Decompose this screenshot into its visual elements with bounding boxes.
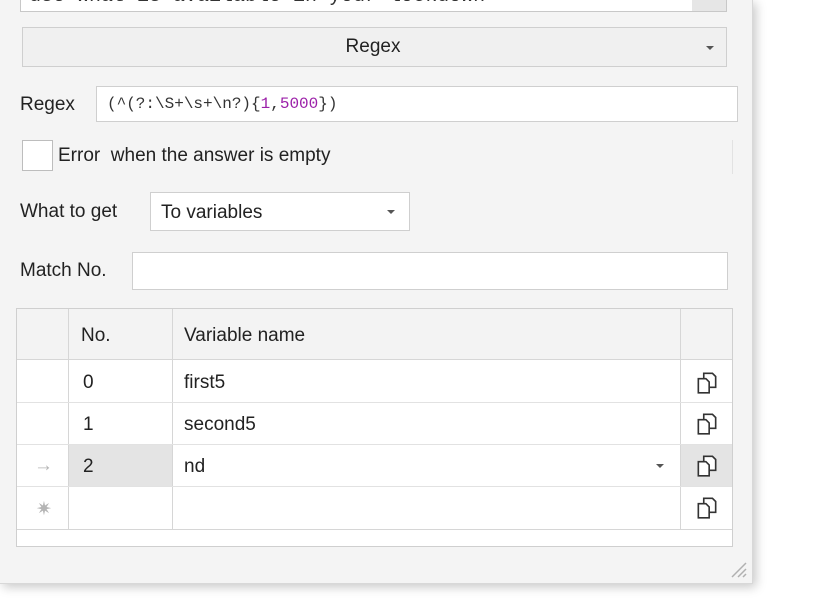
regex-settings-panel: use what is available in your lockdown R… bbox=[0, 0, 753, 584]
new-row-icon: ✷ bbox=[36, 499, 52, 520]
table-row-variable-name[interactable]: first5 bbox=[184, 372, 225, 394]
chevron-down-icon[interactable] bbox=[656, 464, 664, 468]
resize-grip-icon[interactable] bbox=[728, 559, 748, 579]
table-row-no[interactable]: 0 bbox=[83, 372, 94, 394]
regex-text-comma: , bbox=[270, 95, 280, 113]
copy-icon[interactable] bbox=[694, 370, 720, 396]
column-header-no[interactable]: No. bbox=[81, 325, 111, 347]
what-to-get-label: What to get bbox=[20, 201, 118, 222]
variables-table: No. Variable name 0 first5 1 second5 → 2… bbox=[16, 308, 733, 547]
regex-text-close: }) bbox=[318, 95, 338, 113]
regex-input-value: (^(?:\S+\s+\n?){1,5000}) bbox=[107, 95, 337, 113]
text-input-field[interactable]: use what is available in your lockdown bbox=[20, 0, 694, 12]
regex-input[interactable]: (^(?:\S+\s+\n?){1,5000}) bbox=[96, 86, 738, 122]
copy-icon[interactable] bbox=[694, 495, 720, 521]
copy-icon[interactable] bbox=[694, 453, 720, 479]
chevron-down-icon bbox=[706, 46, 714, 50]
chevron-down-icon bbox=[387, 210, 395, 214]
error-checkbox[interactable] bbox=[22, 140, 53, 171]
table-header bbox=[17, 309, 732, 360]
mode-dropdown[interactable]: Regex bbox=[22, 27, 727, 67]
regex-number-max: 5000 bbox=[279, 95, 319, 113]
regex-label: Regex bbox=[20, 94, 75, 115]
error-checkbox-label: Error when the answer is empty bbox=[58, 145, 331, 166]
table-row-no[interactable]: 1 bbox=[83, 414, 94, 436]
column-header-variable-name[interactable]: Variable name bbox=[184, 325, 305, 347]
match-no-label: Match No. bbox=[20, 260, 107, 281]
table-row-variable-name[interactable]: nd bbox=[184, 456, 205, 478]
what-to-get-value: To variables bbox=[161, 202, 263, 223]
copy-icon[interactable] bbox=[694, 411, 720, 437]
mode-dropdown-value: Regex bbox=[345, 36, 401, 57]
text-input-scrollbar[interactable] bbox=[692, 0, 727, 12]
what-to-get-dropdown[interactable]: To variables bbox=[150, 192, 410, 231]
table-row-variable-name[interactable]: second5 bbox=[184, 414, 256, 436]
match-no-input[interactable] bbox=[132, 252, 728, 290]
regex-text-open: (^(?:\S+\s+\n?){ bbox=[107, 95, 261, 113]
table-row-no[interactable]: 2 bbox=[83, 456, 94, 478]
divider-line bbox=[732, 140, 733, 174]
text-input-value: use what is available in your lockdown bbox=[29, 0, 485, 8]
regex-number-min: 1 bbox=[260, 95, 271, 113]
current-row-arrow-icon: → bbox=[34, 455, 53, 476]
